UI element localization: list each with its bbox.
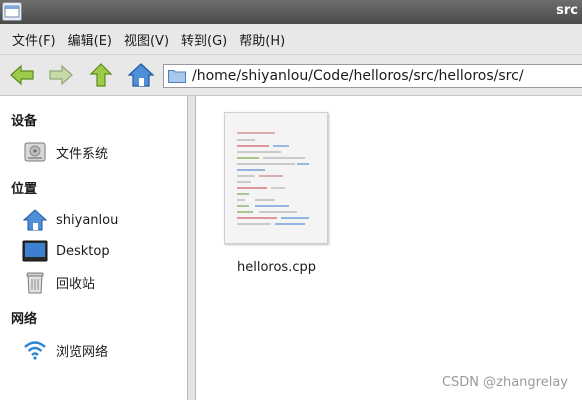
home-icon: [127, 63, 155, 87]
section-devices: 设备: [11, 114, 38, 129]
location-path[interactable]: /home/shiyanlou/Code/helloros/src/hellor…: [192, 68, 524, 84]
sidebar-item-network[interactable]: 浏览网络: [22, 337, 108, 363]
forward-button[interactable]: [47, 61, 75, 89]
up-button[interactable]: [87, 61, 115, 89]
sidebar-item-label: shiyanlou: [56, 212, 119, 228]
sidebar-item-label: 回收站: [56, 276, 96, 292]
file-view: helloros.cpp CSDN @zhangrelay: [197, 96, 582, 400]
desktop-icon: [22, 238, 48, 264]
window-title: src: [556, 3, 578, 18]
trash-icon: [22, 269, 48, 295]
sidebar: 设备 文件系统 位置 shiyanlou Desktop 回收站 网络 浏览网络: [0, 96, 188, 400]
folder-icon: [168, 70, 186, 83]
menu-edit[interactable]: 编辑(E): [62, 30, 118, 49]
location-bar[interactable]: /home/shiyanlou/Code/helloros/src/hellor…: [163, 64, 582, 88]
toolbar: /home/shiyanlou/Code/helloros/src/hellor…: [0, 55, 582, 96]
home-button[interactable]: [127, 61, 155, 89]
sidebar-item-filesystem[interactable]: 文件系统: [22, 139, 108, 165]
back-button[interactable]: [8, 61, 36, 89]
sidebar-item-label: Desktop: [56, 243, 110, 259]
harddisk-icon: [22, 139, 48, 165]
file-name-label[interactable]: helloros.cpp: [237, 260, 316, 275]
menu-help[interactable]: 帮助(H): [233, 30, 291, 49]
watermark: CSDN @zhangrelay: [441, 375, 568, 390]
sidebar-item-home[interactable]: shiyanlou: [22, 207, 118, 233]
home-icon: [22, 207, 48, 233]
source-file-icon[interactable]: [224, 112, 328, 244]
arrow-left-icon: [10, 64, 34, 86]
menu-go[interactable]: 转到(G): [175, 30, 233, 49]
arrow-right-icon: [49, 64, 73, 86]
menu-file[interactable]: 文件(F): [6, 30, 62, 49]
sidebar-item-label: 文件系统: [56, 146, 109, 162]
menu-view[interactable]: 视图(V): [118, 30, 175, 49]
wifi-icon: [22, 337, 48, 363]
sidebar-item-label: 浏览网络: [56, 344, 109, 360]
title-bar: src: [0, 0, 582, 24]
sidebar-item-trash[interactable]: 回收站: [22, 269, 95, 295]
section-network: 网络: [11, 312, 38, 327]
arrow-up-icon: [89, 63, 113, 87]
window-folder-icon[interactable]: [2, 2, 22, 21]
menu-bar: 文件(F) 编辑(E) 视图(V) 转到(G) 帮助(H): [0, 24, 582, 55]
section-places: 位置: [11, 182, 38, 197]
sidebar-resize-handle[interactable]: [188, 96, 196, 400]
sidebar-item-desktop[interactable]: Desktop: [22, 238, 110, 264]
